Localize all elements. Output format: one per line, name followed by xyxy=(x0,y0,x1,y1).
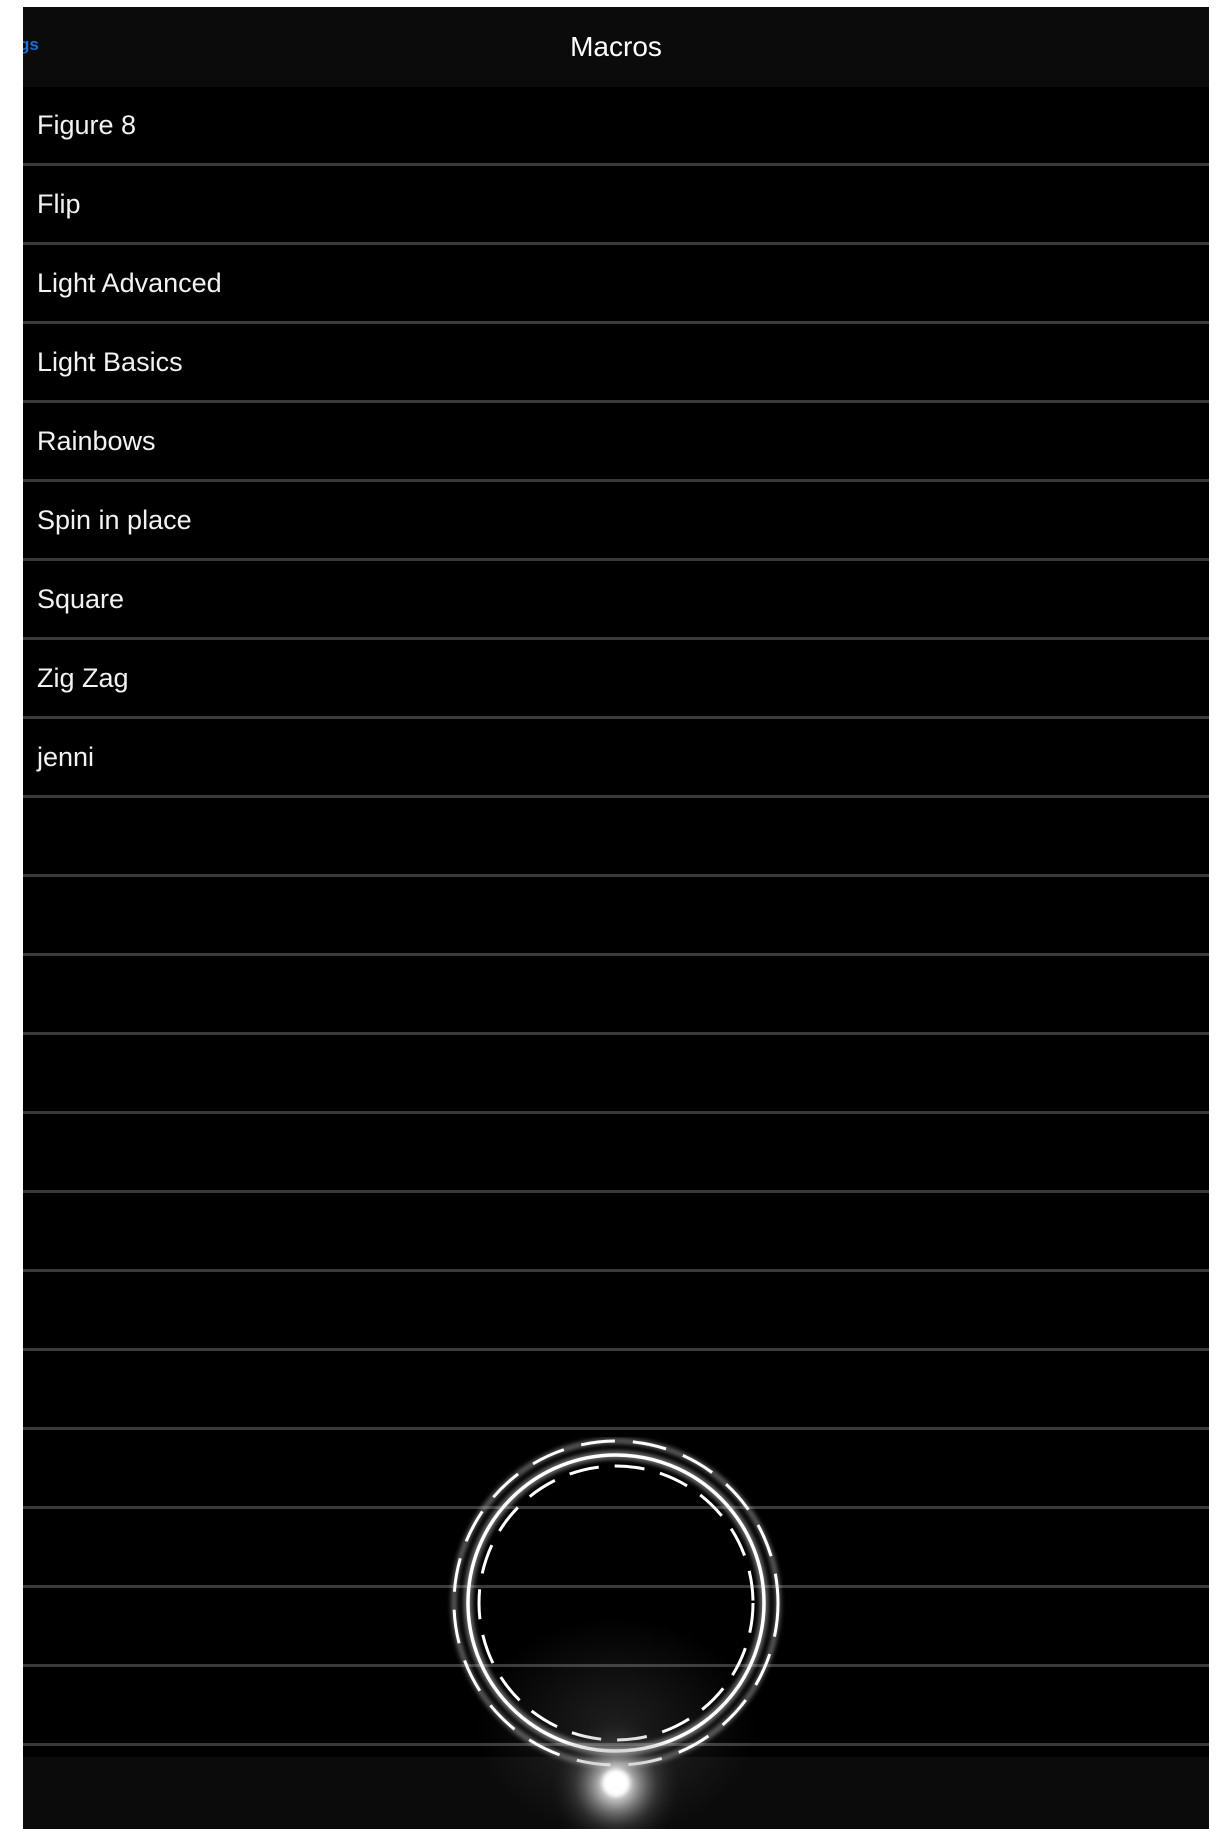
macro-item[interactable]: Light Basics xyxy=(23,324,1209,403)
macro-item-label: Light Basics xyxy=(37,347,183,377)
drive-joystick[interactable] xyxy=(441,1437,791,1829)
macro-item[interactable]: jenni xyxy=(23,719,1209,798)
joystick-ring-icon xyxy=(451,1438,781,1829)
macro-item-label: Flip xyxy=(37,189,81,219)
macro-item[interactable]: Spin in place xyxy=(23,482,1209,561)
macro-item-label: Light Advanced xyxy=(37,268,222,298)
macro-item[interactable]: Light Advanced xyxy=(23,245,1209,324)
empty-row xyxy=(23,877,1209,956)
empty-row xyxy=(23,1272,1209,1351)
empty-row xyxy=(23,1193,1209,1272)
macro-item-label: Rainbows xyxy=(37,426,156,456)
macro-item-label: Square xyxy=(37,584,125,614)
macro-item-label: Figure 8 xyxy=(37,110,137,140)
empty-row xyxy=(23,1114,1209,1193)
macro-item[interactable]: Zig Zag xyxy=(23,640,1209,719)
macro-item[interactable]: Rainbows xyxy=(23,403,1209,482)
macro-item[interactable]: Square xyxy=(23,561,1209,640)
macro-item[interactable]: Flip xyxy=(23,166,1209,245)
empty-row xyxy=(23,1351,1209,1430)
macro-item-label: Spin in place xyxy=(37,505,192,535)
page-title: Macros xyxy=(570,31,662,62)
macro-item-label: Zig Zag xyxy=(37,663,129,693)
navigation-bar: gs Macros xyxy=(23,7,1209,87)
macros-screen: gs Macros Figure 8 Flip Light Advanced L… xyxy=(23,7,1209,1829)
macro-item-label: jenni xyxy=(37,742,95,772)
empty-row xyxy=(23,1035,1209,1114)
empty-row xyxy=(23,956,1209,1035)
empty-row xyxy=(23,798,1209,877)
macro-item[interactable]: Figure 8 xyxy=(23,87,1209,166)
